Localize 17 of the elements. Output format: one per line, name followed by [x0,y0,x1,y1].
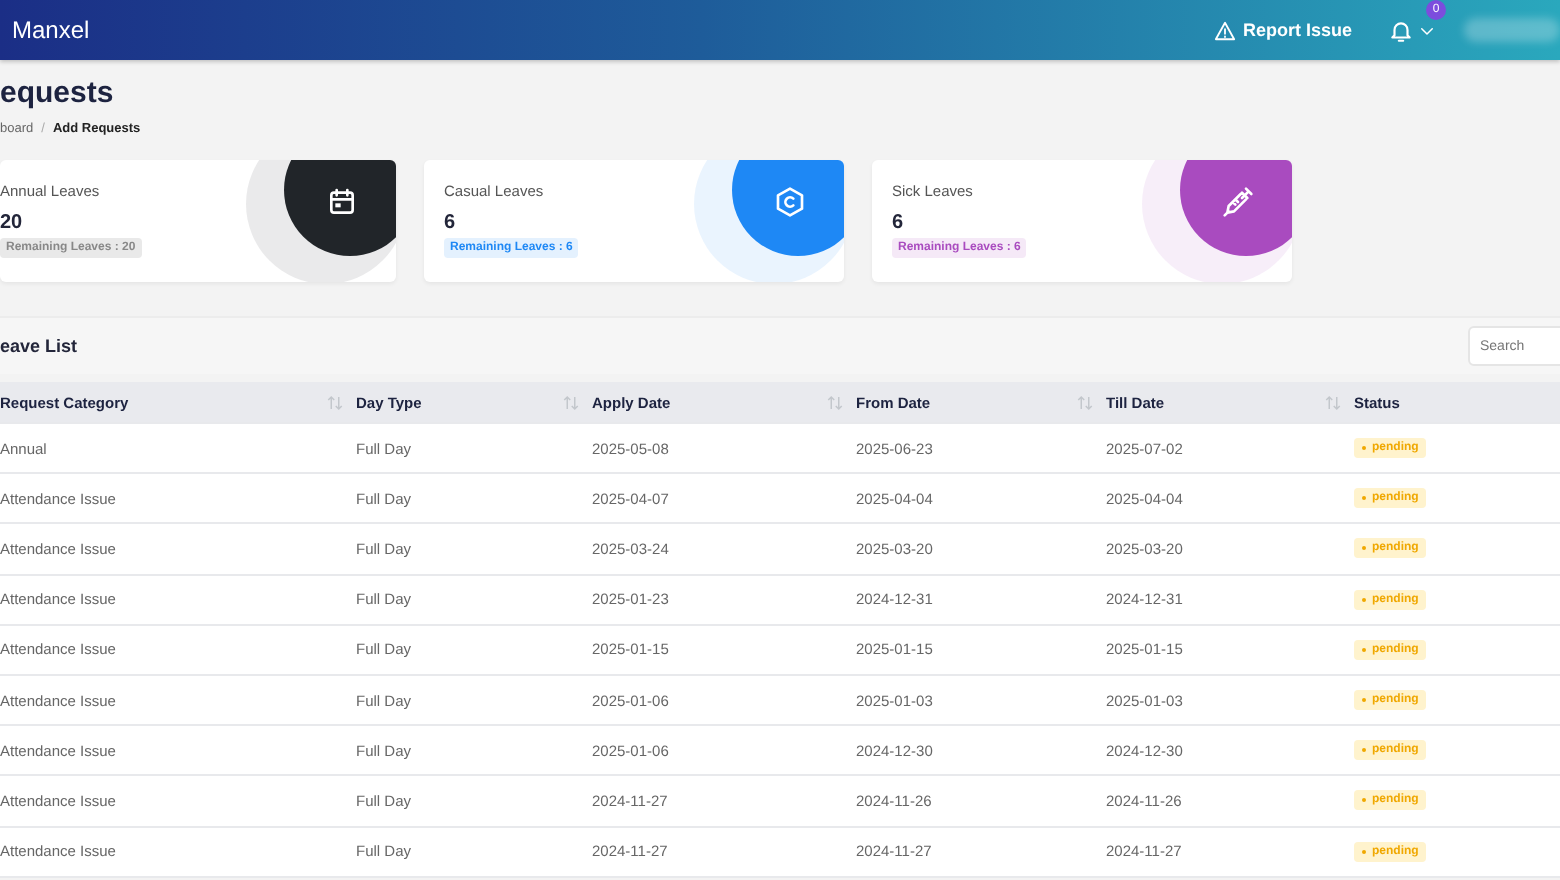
sort-icon [1076,393,1094,411]
bell-icon[interactable] [1388,17,1414,43]
sort-icon [326,393,344,411]
syringe-icon [1222,186,1254,218]
report-issue-link[interactable]: Report Issue [1214,19,1352,41]
page-title: equests [0,76,116,112]
calendar-icon [326,186,358,218]
list-title: eave List [0,336,78,356]
sort-icon [1324,393,1342,411]
card-value: 6 [892,212,906,234]
sort-icon [826,393,844,411]
sort-icon [562,393,580,411]
card-value: 6 [444,212,458,234]
hexagon-icon [774,186,806,218]
brand-name: Manxel [12,16,90,44]
warning-icon [1214,19,1237,41]
card-value: 20 [0,212,25,234]
